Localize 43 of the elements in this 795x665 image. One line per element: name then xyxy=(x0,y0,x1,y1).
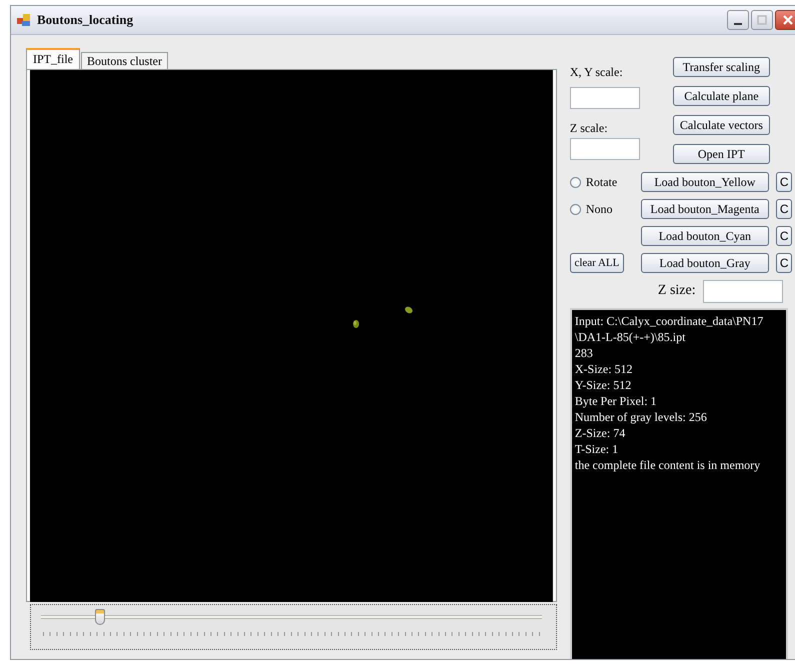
radio-button[interactable] xyxy=(570,204,581,214)
console-line: Y-Size: 512 xyxy=(574,377,632,393)
load-button[interactable]: Load bouton_Magenta xyxy=(640,199,769,219)
load-button[interactable]: Load bouton_Yellow xyxy=(640,172,769,192)
close-icon xyxy=(782,14,794,26)
console-line: Byte Per Pixel: 1 xyxy=(574,393,658,409)
console-line: Z-Size: 74 xyxy=(574,425,626,441)
console-line: T-Size: 1 xyxy=(574,441,620,457)
tab[interactable]: IPT_file xyxy=(26,48,80,69)
side-button[interactable]: C xyxy=(776,172,792,192)
console-line: \DA1-L-85(+-+)\85.ipt xyxy=(574,329,686,345)
action-button[interactable]: Calculate plane xyxy=(672,86,770,106)
radio-label: Nono xyxy=(586,202,613,216)
minimize-icon xyxy=(734,23,742,25)
action-button[interactable]: Open IPT xyxy=(672,144,770,164)
side-button[interactable]: C xyxy=(776,253,792,273)
console-line: the complete file content is in memory xyxy=(574,457,762,473)
field-label: X, Y scale: xyxy=(570,65,624,79)
clear-button[interactable]: clear ALL xyxy=(570,253,624,273)
field-label: Z scale: xyxy=(570,121,609,135)
action-button[interactable]: Calculate vectors xyxy=(672,115,770,135)
radio-label: Rotate xyxy=(586,174,618,190)
input-field[interactable] xyxy=(570,138,640,160)
input-field[interactable] xyxy=(570,87,640,109)
load-button[interactable]: Load bouton_Cyan xyxy=(640,226,769,246)
console-line: Number of gray levels: 256 xyxy=(574,409,708,425)
side-button[interactable]: C xyxy=(776,199,792,219)
console-line: X-Size: 512 xyxy=(574,361,634,377)
slider-thumb[interactable] xyxy=(94,609,105,625)
close-button[interactable] xyxy=(775,10,795,30)
load-button[interactable]: Load bouton_Gray xyxy=(640,253,769,273)
z-size-label: Z size: xyxy=(658,283,696,299)
side-button[interactable]: C xyxy=(776,226,792,246)
minimize-button[interactable] xyxy=(727,10,749,30)
tab[interactable]: Boutons cluster xyxy=(81,52,168,69)
maximize-icon xyxy=(757,15,767,25)
z-size-field[interactable] xyxy=(702,280,783,302)
console-line: 283 xyxy=(574,345,594,361)
window-title: Boutons_locating xyxy=(37,12,134,28)
console-line: Input: C:\Calyx_coordinate_data\PN17 xyxy=(574,313,764,329)
app-icon xyxy=(17,13,31,27)
action-button[interactable]: Transfer scaling xyxy=(672,57,770,77)
radio-button[interactable] xyxy=(570,176,581,188)
